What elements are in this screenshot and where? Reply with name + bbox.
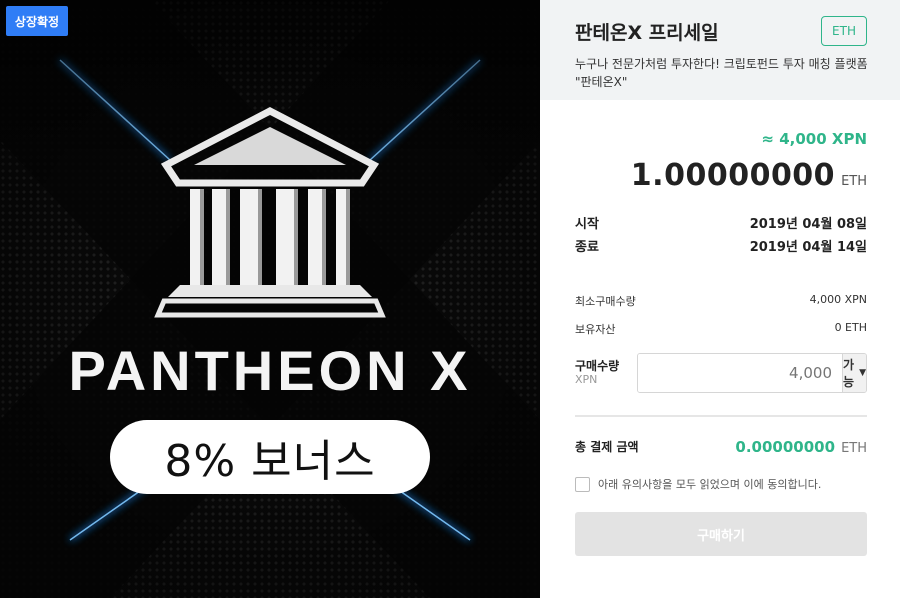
quantity-box: 가능 ▼ [637,353,867,393]
total-amount-group: 0.00000000 ETH [735,437,867,456]
xpn-approx-value: ≈ 4,000 XPN [761,130,867,148]
bonus-pill: 8% 보너스 [110,420,430,494]
panel-body: ≈ 4,000 XPN 1.00000000 ETH 시작 2019년 04월 0… [540,130,900,556]
total-label: 총 결제 금액 [575,440,639,454]
panel-header: 판테온X 프리세일 ETH 누구나 전문가처럼 투자한다! 크립토펀드 투자 매… [540,0,900,100]
holding-value: 0 ETH [834,321,867,334]
temple-icon [154,107,386,318]
start-label: 시작 [575,217,599,232]
price-unit: ETH [841,174,867,189]
quantity-label-group: 구매수량 XPN [575,359,619,387]
end-label: 종료 [575,240,599,255]
quantity-unit: XPN [575,373,598,386]
min-purchase-value: 4,000 XPN [809,293,867,306]
chevron-down-icon: ▼ [859,368,866,378]
price-amount-row: 1.00000000 ETH [575,158,867,193]
divider [575,415,867,417]
quantity-option-label: 가능 [843,358,855,389]
project-description: 누구나 전문가처럼 투자한다! 크립토펀드 투자 매칭 플랫폼 "판테온X" [575,57,868,89]
agreement-row: 아래 유의사항을 모두 읽었으며 이에 동의합니다. [575,476,867,492]
start-date-row: 시작 2019년 04월 08일 [575,213,867,232]
total-unit: ETH [841,441,867,456]
total-row: 총 결제 금액 0.00000000 ETH [575,437,867,456]
promo-banner: 상장확정 PANTHEON X 8% 보너스 [0,0,540,598]
quantity-row: 구매수량 XPN 가능 ▼ [575,353,867,393]
buy-button[interactable]: 구매하기 [575,512,867,556]
start-date: 2019년 04월 08일 [749,217,867,232]
agreement-text: 아래 유의사항을 모두 읽었으며 이에 동의합니다. [598,478,822,491]
quantity-option-button[interactable]: 가능 ▼ [842,354,866,392]
end-date-row: 종료 2019년 04월 14일 [575,236,867,255]
listing-confirmed-tag: 상장확정 [6,6,68,36]
min-purchase-row: 최소구매수량 4,000 XPN [575,293,867,309]
presale-panel: 판테온X 프리세일 ETH 누구나 전문가처럼 투자한다! 크립토펀드 투자 매… [540,0,900,598]
holding-row: 보유자산 0 ETH [575,321,867,337]
end-date: 2019년 04월 14일 [749,240,867,255]
agreement-checkbox[interactable] [575,476,590,492]
currency-badge: ETH [821,16,867,46]
holding-label: 보유자산 [575,323,616,336]
price-amount: 1.00000000 [630,158,836,193]
quantity-input[interactable] [638,354,842,392]
total-value: 0.00000000 [735,438,836,456]
brand-name: PANTHEON X [68,339,472,402]
quantity-label: 구매수량 [575,359,620,373]
min-purchase-label: 최소구매수량 [575,295,636,308]
